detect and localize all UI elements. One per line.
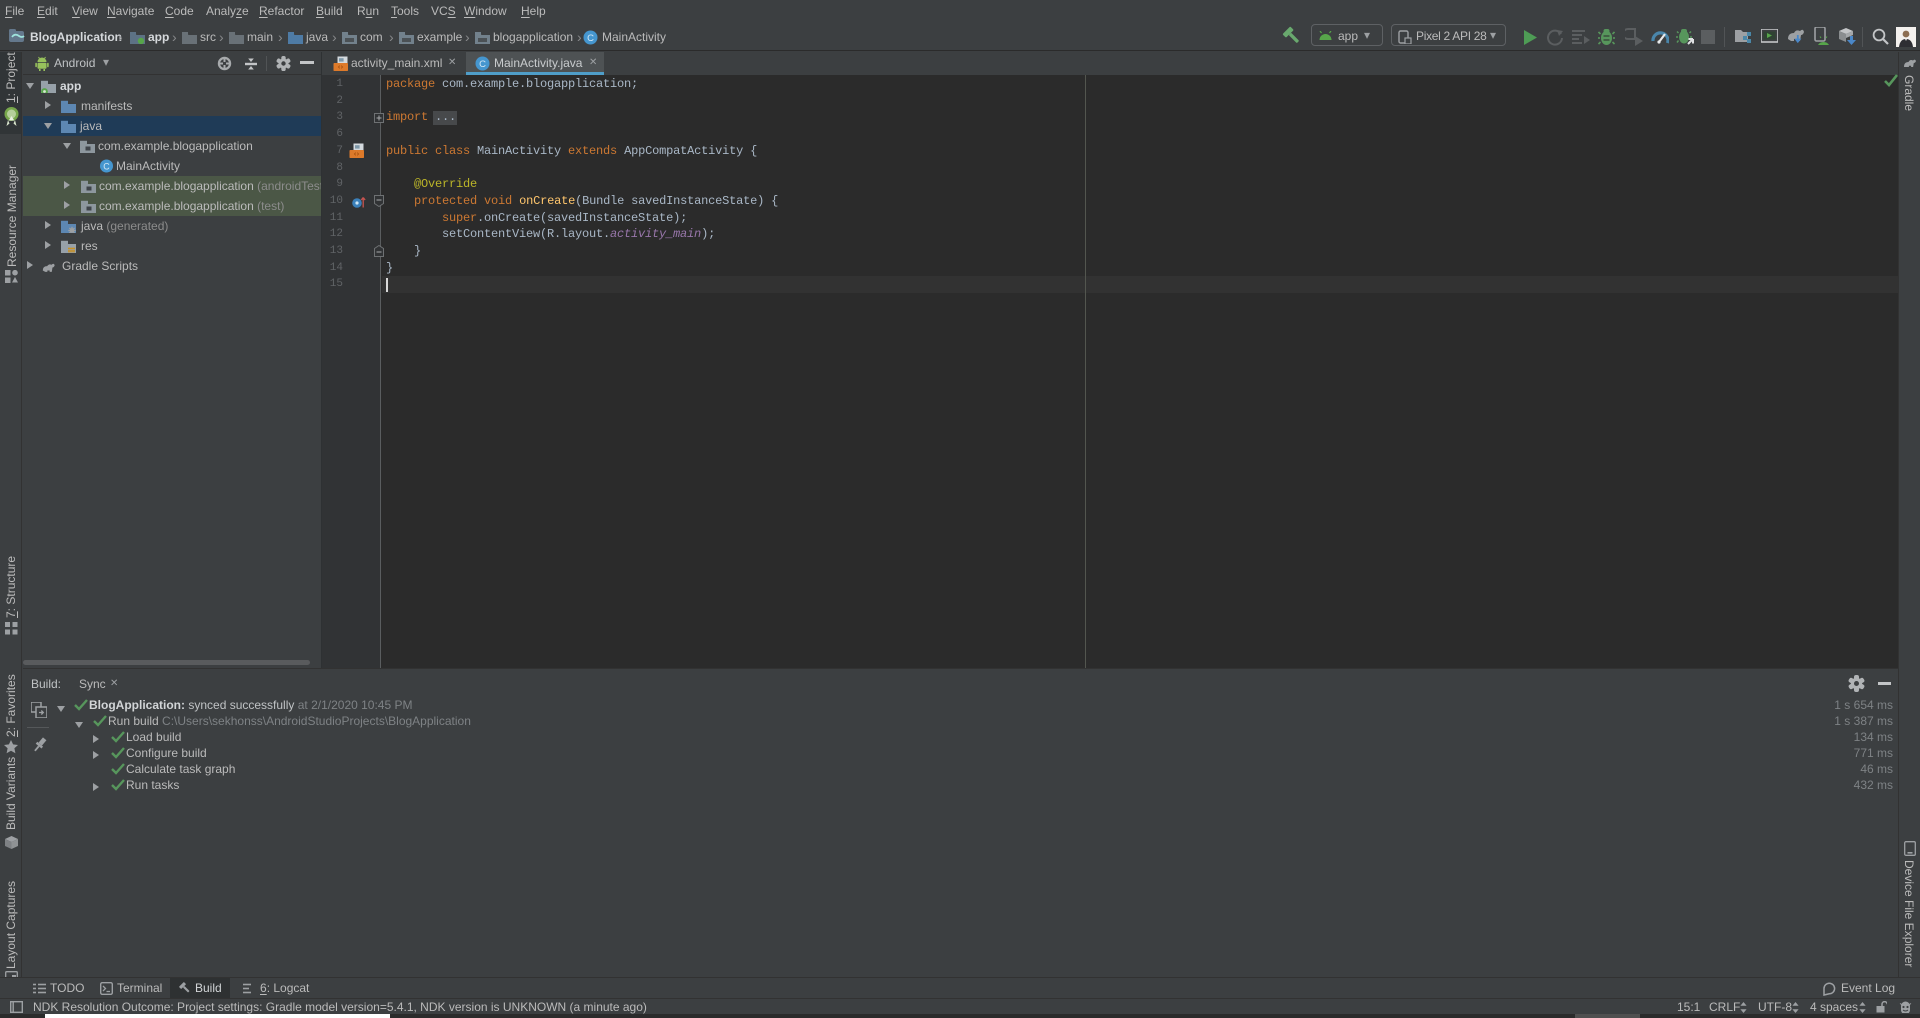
svg-text:C: C <box>479 59 486 70</box>
svg-text:C: C <box>103 161 110 171</box>
svg-text:C: C <box>587 33 594 44</box>
